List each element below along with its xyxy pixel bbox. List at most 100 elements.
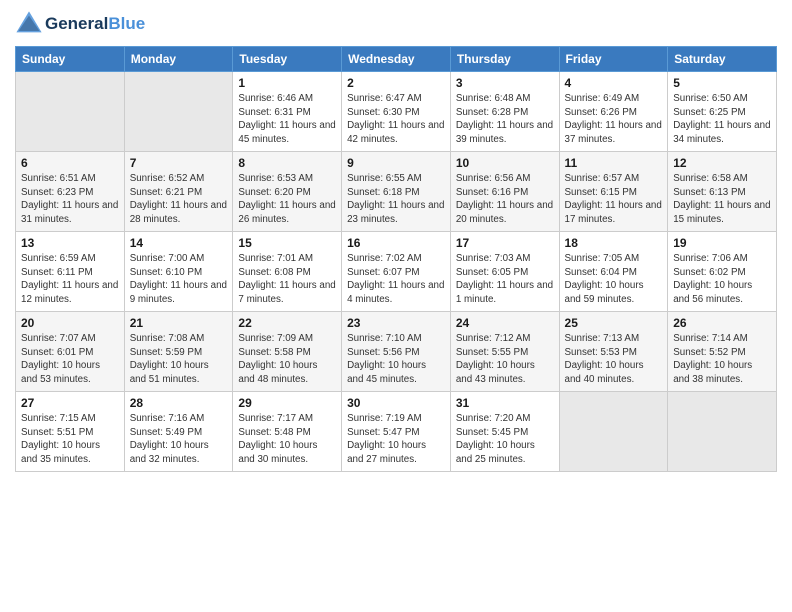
day-number: 20 <box>21 316 119 330</box>
day-info: Sunrise: 7:05 AM Sunset: 6:04 PM Dayligh… <box>565 252 663 307</box>
day-info: Sunrise: 7:01 AM Sunset: 6:08 PM Dayligh… <box>238 252 336 307</box>
day-info: Sunrise: 6:48 AM Sunset: 6:28 PM Dayligh… <box>456 92 554 147</box>
day-cell: 11 Sunrise: 6:57 AM Sunset: 6:15 PM Dayli… <box>559 152 668 232</box>
day-number: 17 <box>456 236 554 250</box>
day-info: Sunrise: 7:00 AM Sunset: 6:10 PM Dayligh… <box>130 252 228 307</box>
weekday-header-row: Sunday Monday Tuesday Wednesday Thursday… <box>16 47 777 72</box>
day-info: Sunrise: 6:47 AM Sunset: 6:30 PM Dayligh… <box>347 92 445 147</box>
day-info: Sunrise: 7:10 AM Sunset: 5:56 PM Dayligh… <box>347 332 445 387</box>
day-cell: 26 Sunrise: 7:14 AM Sunset: 5:52 PM Dayli… <box>668 312 777 392</box>
day-cell: 3 Sunrise: 6:48 AM Sunset: 6:28 PM Daylig… <box>450 72 559 152</box>
day-cell: 30Sunrise: 7:19 AM Sunset: 5:47 PM Dayli… <box>342 392 451 472</box>
day-number: 4 <box>565 76 663 90</box>
day-number: 29 <box>238 396 336 410</box>
week-row-1: 1Sunrise: 6:46 AM Sunset: 6:31 PM Daylig… <box>16 72 777 152</box>
day-cell: 24 Sunrise: 7:12 AM Sunset: 5:55 PM Dayli… <box>450 312 559 392</box>
calendar-table: Sunday Monday Tuesday Wednesday Thursday… <box>15 46 777 472</box>
day-number: 28 <box>130 396 228 410</box>
day-number: 31 <box>456 396 554 410</box>
day-info: Sunrise: 7:09 AM Sunset: 5:58 PM Dayligh… <box>238 332 336 387</box>
calendar-body: 1Sunrise: 6:46 AM Sunset: 6:31 PM Daylig… <box>16 72 777 472</box>
day-cell: 8 Sunrise: 6:53 AM Sunset: 6:20 PM Daylig… <box>233 152 342 232</box>
day-info: Sunrise: 7:16 AM Sunset: 5:49 PM Dayligh… <box>130 412 228 467</box>
day-info: Sunrise: 7:20 AM Sunset: 5:45 PM Dayligh… <box>456 412 554 467</box>
day-cell <box>559 392 668 472</box>
day-number: 5 <box>673 76 771 90</box>
day-cell: 16 Sunrise: 7:02 AM Sunset: 6:07 PM Dayli… <box>342 232 451 312</box>
day-info: Sunrise: 7:02 AM Sunset: 6:07 PM Dayligh… <box>347 252 445 307</box>
day-cell: 18 Sunrise: 7:05 AM Sunset: 6:04 PM Dayli… <box>559 232 668 312</box>
day-number: 19 <box>673 236 771 250</box>
day-number: 18 <box>565 236 663 250</box>
day-number: 8 <box>238 156 336 170</box>
day-number: 23 <box>347 316 445 330</box>
day-number: 25 <box>565 316 663 330</box>
day-number: 16 <box>347 236 445 250</box>
day-cell: 25 Sunrise: 7:13 AM Sunset: 5:53 PM Dayli… <box>559 312 668 392</box>
day-info: Sunrise: 7:14 AM Sunset: 5:52 PM Dayligh… <box>673 332 771 387</box>
logo-icon <box>15 10 43 38</box>
day-cell: 23 Sunrise: 7:10 AM Sunset: 5:56 PM Dayli… <box>342 312 451 392</box>
day-number: 24 <box>456 316 554 330</box>
day-number: 27 <box>21 396 119 410</box>
day-cell: 29Sunrise: 7:17 AM Sunset: 5:48 PM Dayli… <box>233 392 342 472</box>
day-number: 7 <box>130 156 228 170</box>
day-cell: 14 Sunrise: 7:00 AM Sunset: 6:10 PM Dayli… <box>124 232 233 312</box>
day-info: Sunrise: 6:56 AM Sunset: 6:16 PM Dayligh… <box>456 172 554 227</box>
day-info: Sunrise: 6:46 AM Sunset: 6:31 PM Dayligh… <box>238 92 336 147</box>
day-info: Sunrise: 7:13 AM Sunset: 5:53 PM Dayligh… <box>565 332 663 387</box>
day-cell: 28 Sunrise: 7:16 AM Sunset: 5:49 PM Dayli… <box>124 392 233 472</box>
header-thursday: Thursday <box>450 47 559 72</box>
day-cell: 2 Sunrise: 6:47 AM Sunset: 6:30 PM Daylig… <box>342 72 451 152</box>
day-info: Sunrise: 6:57 AM Sunset: 6:15 PM Dayligh… <box>565 172 663 227</box>
day-info: Sunrise: 6:50 AM Sunset: 6:25 PM Dayligh… <box>673 92 771 147</box>
day-info: Sunrise: 6:52 AM Sunset: 6:21 PM Dayligh… <box>130 172 228 227</box>
logo: GeneralBlue <box>15 10 145 38</box>
day-info: Sunrise: 7:07 AM Sunset: 6:01 PM Dayligh… <box>21 332 119 387</box>
calendar-page: GeneralBlue Sunday Monday Tuesday Wednes… <box>0 0 792 612</box>
day-info: Sunrise: 7:03 AM Sunset: 6:05 PM Dayligh… <box>456 252 554 307</box>
day-cell: 17 Sunrise: 7:03 AM Sunset: 6:05 PM Dayli… <box>450 232 559 312</box>
day-number: 12 <box>673 156 771 170</box>
day-cell: 4 Sunrise: 6:49 AM Sunset: 6:26 PM Daylig… <box>559 72 668 152</box>
day-cell: 13 Sunrise: 6:59 AM Sunset: 6:11 PM Dayli… <box>16 232 125 312</box>
day-number: 22 <box>238 316 336 330</box>
day-cell <box>668 392 777 472</box>
day-cell: 10 Sunrise: 6:56 AM Sunset: 6:16 PM Dayli… <box>450 152 559 232</box>
day-info: Sunrise: 6:53 AM Sunset: 6:20 PM Dayligh… <box>238 172 336 227</box>
day-number: 30 <box>347 396 445 410</box>
day-info: Sunrise: 6:51 AM Sunset: 6:23 PM Dayligh… <box>21 172 119 227</box>
day-cell: 12Sunrise: 6:58 AM Sunset: 6:13 PM Dayli… <box>668 152 777 232</box>
week-row-3: 13 Sunrise: 6:59 AM Sunset: 6:11 PM Dayli… <box>16 232 777 312</box>
day-cell: 22 Sunrise: 7:09 AM Sunset: 5:58 PM Dayli… <box>233 312 342 392</box>
day-number: 14 <box>130 236 228 250</box>
header-friday: Friday <box>559 47 668 72</box>
header-saturday: Saturday <box>668 47 777 72</box>
day-cell <box>16 72 125 152</box>
day-cell: 6Sunrise: 6:51 AM Sunset: 6:23 PM Daylig… <box>16 152 125 232</box>
day-number: 15 <box>238 236 336 250</box>
day-number: 3 <box>456 76 554 90</box>
day-number: 26 <box>673 316 771 330</box>
header-monday: Monday <box>124 47 233 72</box>
week-row-5: 27 Sunrise: 7:15 AM Sunset: 5:51 PM Dayli… <box>16 392 777 472</box>
header-tuesday: Tuesday <box>233 47 342 72</box>
day-number: 13 <box>21 236 119 250</box>
day-cell: 21Sunrise: 7:08 AM Sunset: 5:59 PM Dayli… <box>124 312 233 392</box>
header-wednesday: Wednesday <box>342 47 451 72</box>
day-number: 10 <box>456 156 554 170</box>
day-number: 21 <box>130 316 228 330</box>
day-info: Sunrise: 6:49 AM Sunset: 6:26 PM Dayligh… <box>565 92 663 147</box>
day-number: 9 <box>347 156 445 170</box>
day-number: 11 <box>565 156 663 170</box>
day-number: 2 <box>347 76 445 90</box>
day-cell: 5 Sunrise: 6:50 AM Sunset: 6:25 PM Daylig… <box>668 72 777 152</box>
day-info: Sunrise: 6:59 AM Sunset: 6:11 PM Dayligh… <box>21 252 119 307</box>
day-cell: 1Sunrise: 6:46 AM Sunset: 6:31 PM Daylig… <box>233 72 342 152</box>
day-info: Sunrise: 7:06 AM Sunset: 6:02 PM Dayligh… <box>673 252 771 307</box>
week-row-2: 6Sunrise: 6:51 AM Sunset: 6:23 PM Daylig… <box>16 152 777 232</box>
header: GeneralBlue <box>15 10 777 38</box>
day-cell: 31 Sunrise: 7:20 AM Sunset: 5:45 PM Dayli… <box>450 392 559 472</box>
day-info: Sunrise: 7:15 AM Sunset: 5:51 PM Dayligh… <box>21 412 119 467</box>
day-info: Sunrise: 7:12 AM Sunset: 5:55 PM Dayligh… <box>456 332 554 387</box>
